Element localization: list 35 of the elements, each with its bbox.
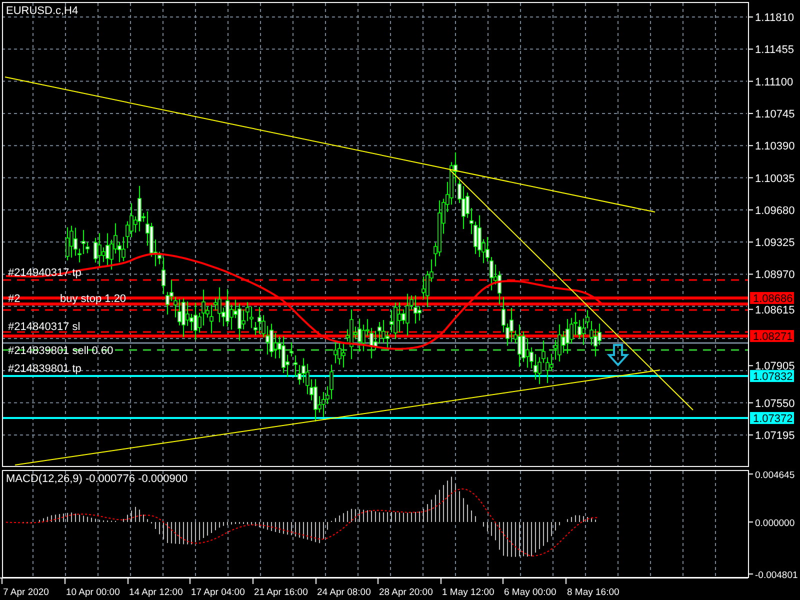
time-axis-label: 28 Apr 20:00 (379, 587, 433, 598)
time-axis-label: 1 May 12:00 (442, 587, 494, 598)
price-axis-label: 1.07905 (755, 360, 795, 373)
price-axis-label: 1.09680 (755, 204, 795, 217)
macd-axis-label: 0.004645 (755, 470, 795, 481)
price-axis-label: 1.11100 (755, 76, 794, 88)
price-axis-label: 1.09325 (755, 237, 795, 250)
time-axis-label: 14 Apr 12:00 (129, 587, 183, 598)
price-axis-label: 1.10745 (755, 108, 795, 120)
time-axis-label: 17 Apr 04:00 (191, 587, 245, 598)
time-axis-label: 24 Apr 08:00 (317, 587, 371, 598)
time-axis-label: 10 Apr 00:00 (66, 587, 120, 598)
order-line-label: #214839801 tp (8, 363, 82, 375)
chart-title: EURUSD.c,H4 (6, 5, 78, 17)
price-axis-label: 1.08615 (755, 304, 795, 316)
time-axis-label: 21 Apr 16:00 (254, 587, 308, 598)
price-tag: 1.08686 (750, 292, 794, 305)
order-line-label: #214840317 sl (8, 321, 80, 333)
price-axis-label: 1.11810 (755, 12, 794, 24)
order-line-label: #214839801 sell 0.60 (8, 345, 114, 357)
price-tag: 1.07372 (750, 412, 794, 425)
time-axis-label: 7 Apr 2020 (3, 587, 49, 598)
price-axis-label: 1.08970 (755, 269, 795, 282)
macd-axis-label: -0.004801 (755, 570, 798, 581)
time-axis-label: 6 May 00:00 (504, 587, 556, 598)
macd-axis-label: 0.000000 (755, 518, 795, 529)
macd-label: MACD(12,26,9) -0.000776 -0.000900 (6, 473, 188, 485)
price-axis-label: 1.07550 (755, 398, 795, 410)
price-tag: 1.08271 (750, 330, 794, 343)
time-axis-label: 8 May 16:00 (567, 587, 620, 598)
price-axis-label: 1.10390 (755, 140, 795, 153)
price-axis-label: 1.10035 (755, 172, 795, 185)
price-axis-label: 1.07195 (755, 430, 795, 442)
price-axis-label: 1.11455 (755, 44, 794, 56)
price-tag: 1.07832 (750, 370, 794, 383)
